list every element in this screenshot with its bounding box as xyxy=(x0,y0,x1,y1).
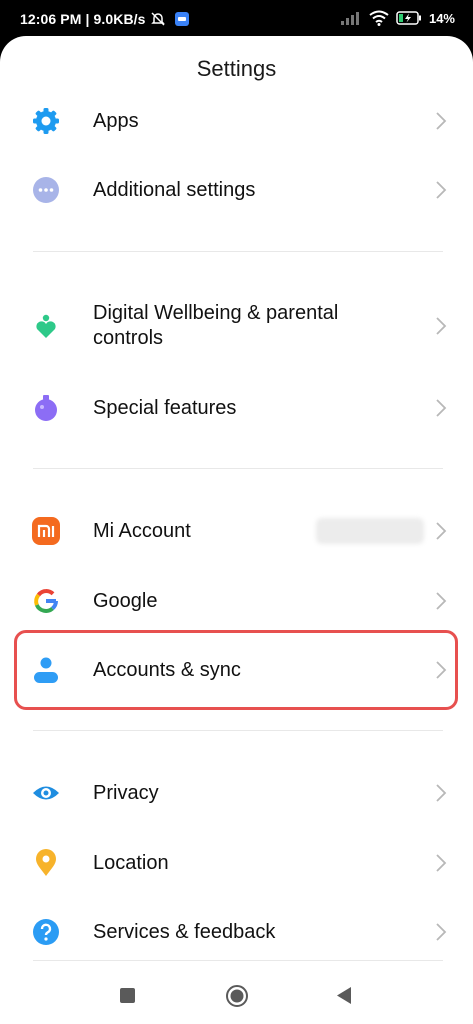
home-circle-icon[interactable] xyxy=(225,984,249,1008)
mi-account-blurred-id xyxy=(316,518,424,544)
app-notification-icon xyxy=(175,12,189,26)
settings-item-digital-wellbeing[interactable]: Digital Wellbeing & parental controls xyxy=(0,294,473,358)
wifi-icon xyxy=(369,10,389,26)
services-feedback-label: Services & feedback xyxy=(93,921,276,943)
eye-icon xyxy=(33,786,59,800)
navigation-bar xyxy=(0,960,473,1024)
settings-item-accounts-sync[interactable]: Accounts & sync xyxy=(0,638,473,702)
signal-icon xyxy=(340,12,359,25)
apps-label: Apps xyxy=(93,110,139,132)
special-features-label: Special features xyxy=(93,397,237,419)
mi-account-label: Mi Account xyxy=(93,520,191,542)
settings-item-mi-account[interactable]: Mi Account xyxy=(0,499,473,563)
additional-settings-label: Additional settings xyxy=(93,179,256,201)
chevron-right-icon xyxy=(436,923,447,941)
status-left-icons xyxy=(150,11,190,27)
digital-wellbeing-label-line2: controls xyxy=(93,327,164,349)
more-dots-icon xyxy=(33,177,59,203)
settings-item-google[interactable]: Google xyxy=(0,569,473,633)
chevron-right-icon xyxy=(436,854,447,872)
settings-item-additional[interactable]: Additional settings xyxy=(0,158,473,222)
back-triangle-icon[interactable] xyxy=(336,987,352,1004)
settings-item-privacy[interactable]: Privacy xyxy=(0,761,473,825)
digital-wellbeing-label: Digital Wellbeing & parental controls xyxy=(93,301,338,351)
status-bar: 12:06 PM | 9.0KB/s 14% xyxy=(0,0,473,40)
chevron-right-icon xyxy=(436,112,447,130)
question-icon xyxy=(33,919,59,945)
chevron-right-icon xyxy=(436,399,447,417)
page-title: Settings xyxy=(196,56,277,81)
location-pin-icon xyxy=(36,849,56,876)
settings-page: Settings Apps Additional settings Digita… xyxy=(0,36,473,1024)
flask-icon xyxy=(35,395,57,421)
chevron-right-icon xyxy=(436,181,447,199)
status-right-icons: 14% xyxy=(340,10,455,26)
battery-charging-icon xyxy=(396,11,421,25)
chevron-right-icon xyxy=(436,592,447,610)
chevron-right-icon xyxy=(436,317,447,335)
mi-logo-icon xyxy=(32,517,60,545)
muted-bell-icon xyxy=(151,12,165,26)
digital-wellbeing-label-line1: Digital Wellbeing & parental xyxy=(93,302,339,324)
google-label: Google xyxy=(93,590,158,612)
battery-percent: 14% xyxy=(428,10,455,26)
location-label: Location xyxy=(93,852,169,874)
settings-item-services-feedback[interactable]: Services & feedback xyxy=(0,900,473,964)
section-divider xyxy=(33,730,443,731)
section-divider xyxy=(33,251,443,252)
recents-square-icon[interactable] xyxy=(120,988,135,1003)
privacy-label: Privacy xyxy=(93,782,159,804)
accounts-sync-label: Accounts & sync xyxy=(93,659,241,681)
status-time: 12:06 PM | 9.0KB/s xyxy=(20,11,146,27)
person-icon xyxy=(34,657,58,683)
wellbeing-icon xyxy=(36,314,56,338)
chevron-right-icon xyxy=(436,522,447,540)
settings-item-location[interactable]: Location xyxy=(0,831,473,895)
navbar-divider xyxy=(33,960,443,961)
chevron-right-icon xyxy=(436,661,447,679)
settings-item-apps[interactable]: Apps xyxy=(0,89,473,153)
settings-item-special-features[interactable]: Special features xyxy=(0,376,473,440)
google-logo-icon xyxy=(34,588,58,613)
chevron-right-icon xyxy=(436,784,447,802)
section-divider xyxy=(33,468,443,469)
gear-icon xyxy=(33,108,59,134)
